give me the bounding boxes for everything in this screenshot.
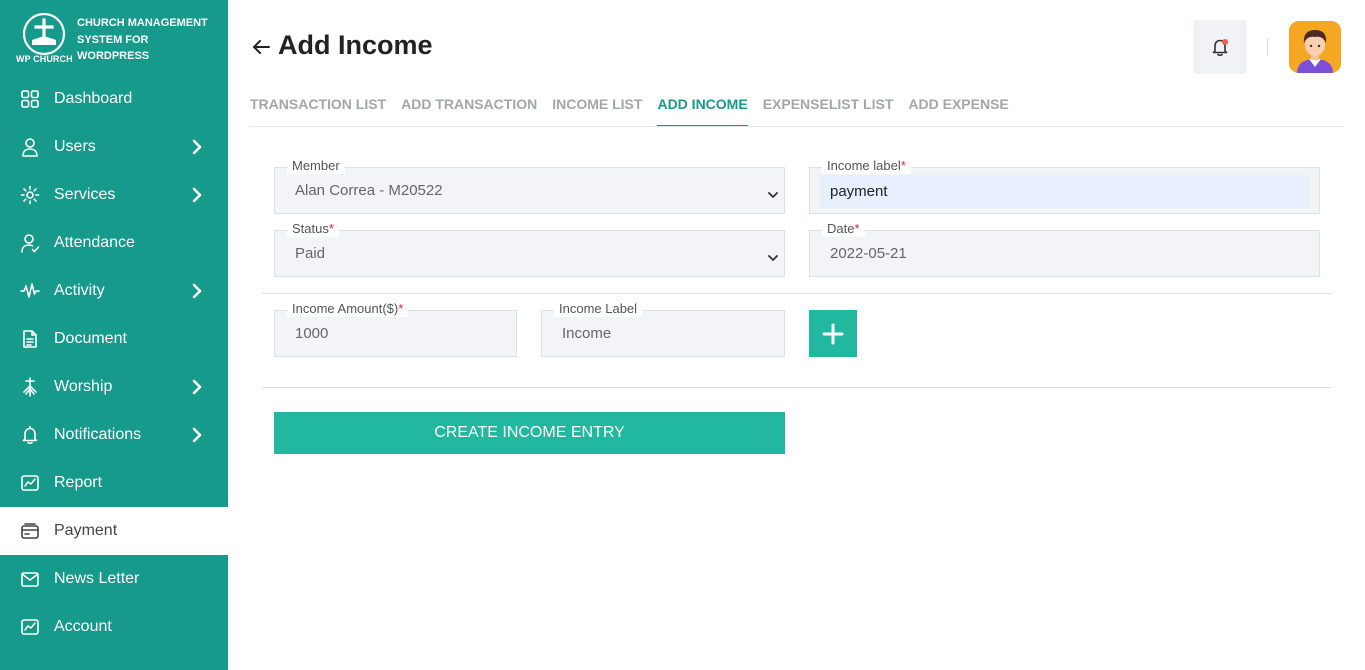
income-label-input[interactable]: payment	[820, 175, 1309, 208]
activity-icon	[20, 281, 40, 301]
attendance-icon	[20, 233, 40, 253]
sidebar-item-label: Report	[54, 474, 103, 491]
income-entry-label-value: Income	[562, 325, 612, 342]
header-divider	[1267, 38, 1268, 56]
member-value: Alan Correa - M20522	[295, 182, 443, 199]
add-row-button[interactable]	[809, 310, 857, 357]
sidebar-item-account[interactable]: Account	[0, 603, 228, 651]
services-icon	[20, 185, 40, 205]
sidebar-item-label: Account	[54, 618, 112, 635]
tab-transaction-list[interactable]: TRANSACTION LIST	[250, 96, 386, 127]
page-title: Add Income	[278, 30, 433, 60]
sidebar-item-attendance[interactable]: Attendance	[0, 219, 228, 267]
sidebar-item-activity[interactable]: Activity	[0, 267, 228, 315]
account-icon	[20, 617, 40, 637]
chevron-right-icon	[192, 187, 202, 203]
chevron-down-icon	[768, 249, 778, 261]
report-icon	[20, 473, 40, 493]
status-select[interactable]: Status* Paid	[274, 221, 785, 277]
app: WP CHURCH CHURCH MANAGEMENT SYSTEM FOR W…	[0, 0, 1365, 670]
back-arrow-icon[interactable]	[250, 36, 272, 58]
tab-expenselist-list[interactable]: EXPENSELIST LIST	[763, 96, 894, 127]
form-divider	[262, 293, 1332, 294]
newsletter-icon	[20, 569, 40, 589]
sidebar-item-label: Services	[54, 186, 116, 203]
sidebar-item-worship[interactable]: Worship	[0, 363, 228, 411]
logo-text: WP CHURCH	[16, 54, 73, 64]
user-icon	[20, 137, 40, 157]
worship-icon	[20, 377, 40, 397]
member-select[interactable]: Member Alan Correa - M20522	[274, 158, 785, 214]
sidebar-nav: Dashboard Users Services Attendance Acti…	[0, 75, 228, 651]
tabs-underline	[250, 126, 1344, 127]
document-icon	[20, 329, 40, 349]
sidebar-item-label: News Letter	[54, 570, 140, 587]
form-divider	[262, 387, 1332, 388]
plus-icon	[822, 323, 844, 344]
notification-dot	[1222, 39, 1228, 45]
chevron-down-icon	[768, 186, 778, 198]
tab-income-list[interactable]: INCOME LIST	[552, 96, 642, 127]
brand[interactable]: WP CHURCH CHURCH MANAGEMENT SYSTEM FOR W…	[16, 12, 221, 68]
chevron-right-icon	[192, 379, 202, 395]
sidebar-item-document[interactable]: Document	[0, 315, 228, 363]
sidebar-item-users[interactable]: Users	[0, 123, 228, 171]
tab-add-income[interactable]: ADD INCOME	[657, 96, 748, 127]
income-amount-value: 1000	[295, 325, 329, 342]
sidebar-item-label: Worship	[54, 378, 113, 395]
chevron-right-icon	[192, 427, 202, 443]
create-income-entry-button[interactable]: CREATE INCOME ENTRY	[274, 412, 785, 454]
sidebar-item-label: Dashboard	[54, 90, 133, 107]
income-entry-label-field[interactable]: Income Label Income	[541, 301, 785, 357]
sidebar-item-label: Users	[54, 138, 96, 155]
sidebar-item-news-letter[interactable]: News Letter	[0, 555, 228, 603]
avatar[interactable]	[1289, 21, 1341, 73]
sidebar-item-label: Payment	[54, 522, 118, 539]
sidebar-item-label: Activity	[54, 282, 105, 299]
sidebar-item-services[interactable]: Services	[0, 171, 228, 219]
chevron-right-icon	[192, 283, 202, 299]
sidebar-item-notifications[interactable]: Notifications	[0, 411, 228, 459]
tab-bar: TRANSACTION LIST ADD TRANSACTION INCOME …	[250, 96, 1024, 127]
chevron-right-icon	[192, 139, 202, 155]
sidebar-item-label: Attendance	[54, 234, 135, 251]
sidebar-item-payment[interactable]: Payment	[0, 507, 228, 555]
date-value: 2022-05-21	[830, 245, 907, 262]
income-label-label: Income label*	[822, 158, 911, 174]
sidebar-item-label: Document	[54, 330, 127, 347]
date-field[interactable]: Date* 2022-05-21	[809, 221, 1320, 277]
brand-name: CHURCH MANAGEMENT SYSTEM FOR WORDPRESS	[77, 17, 208, 62]
notification-button[interactable]	[1193, 20, 1247, 74]
income-amount-field[interactable]: Income Amount($)* 1000	[274, 301, 517, 357]
sidebar: WP CHURCH CHURCH MANAGEMENT SYSTEM FOR W…	[0, 0, 228, 670]
sidebar-item-label: Notifications	[54, 426, 142, 443]
income-label-field: Income label* payment	[809, 158, 1320, 214]
status-value: Paid	[295, 245, 326, 262]
payment-icon	[20, 521, 40, 541]
tab-add-transaction[interactable]: ADD TRANSACTION	[401, 96, 537, 127]
dashboard-grid-icon	[20, 89, 40, 109]
bell-icon	[20, 425, 40, 445]
sidebar-item-report[interactable]: Report	[0, 459, 228, 507]
tab-add-expense[interactable]: ADD EXPENSE	[908, 96, 1008, 127]
sidebar-item-dashboard[interactable]: Dashboard	[0, 75, 228, 123]
